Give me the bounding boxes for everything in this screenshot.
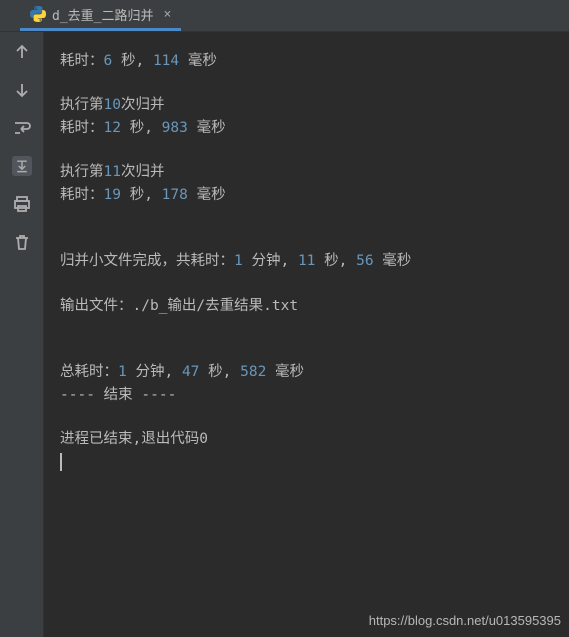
- cursor-line: [60, 451, 569, 473]
- soft-wrap-icon[interactable]: [12, 118, 32, 138]
- output-line: 执行第11次归并: [60, 161, 569, 183]
- console-output: 耗时：6 秒, 114 毫秒 执行第10次归并 耗时：12 秒, 983 毫秒 …: [44, 32, 569, 637]
- tab-filename: d_去重_二路归并: [52, 5, 153, 24]
- output-line: 总耗时：1 分钟, 47 秒, 582 毫秒: [60, 361, 569, 383]
- print-icon[interactable]: [12, 194, 32, 214]
- python-icon: [30, 6, 46, 22]
- output-line: 归并小文件完成，共耗时：1 分钟, 11 秒, 56 毫秒: [60, 250, 569, 272]
- output-line: 耗时：6 秒, 114 毫秒: [60, 50, 569, 72]
- gutter-toolbar: [0, 32, 44, 637]
- main-area: 耗时：6 秒, 114 毫秒 执行第10次归并 耗时：12 秒, 983 毫秒 …: [0, 32, 569, 637]
- output-line: 耗时：12 秒, 983 毫秒: [60, 117, 569, 139]
- watermark-text: https://blog.csdn.net/u013595395: [369, 611, 561, 631]
- output-line: ---- 结束 ----: [60, 384, 569, 406]
- file-tab[interactable]: d_去重_二路归并 ×: [20, 0, 181, 31]
- close-icon[interactable]: ×: [163, 7, 171, 22]
- tab-bar: d_去重_二路归并 ×: [0, 0, 569, 32]
- text-cursor: [60, 453, 62, 471]
- output-line: 输出文件：./b_输出/去重结果.txt: [60, 295, 569, 317]
- trash-icon[interactable]: [12, 232, 32, 252]
- arrow-down-icon[interactable]: [12, 80, 32, 100]
- output-line: 执行第10次归并: [60, 94, 569, 116]
- arrow-up-icon[interactable]: [12, 42, 32, 62]
- output-line: 耗时：19 秒, 178 毫秒: [60, 184, 569, 206]
- output-line: 进程已结束,退出代码0: [60, 428, 569, 450]
- scroll-to-end-icon[interactable]: [12, 156, 32, 176]
